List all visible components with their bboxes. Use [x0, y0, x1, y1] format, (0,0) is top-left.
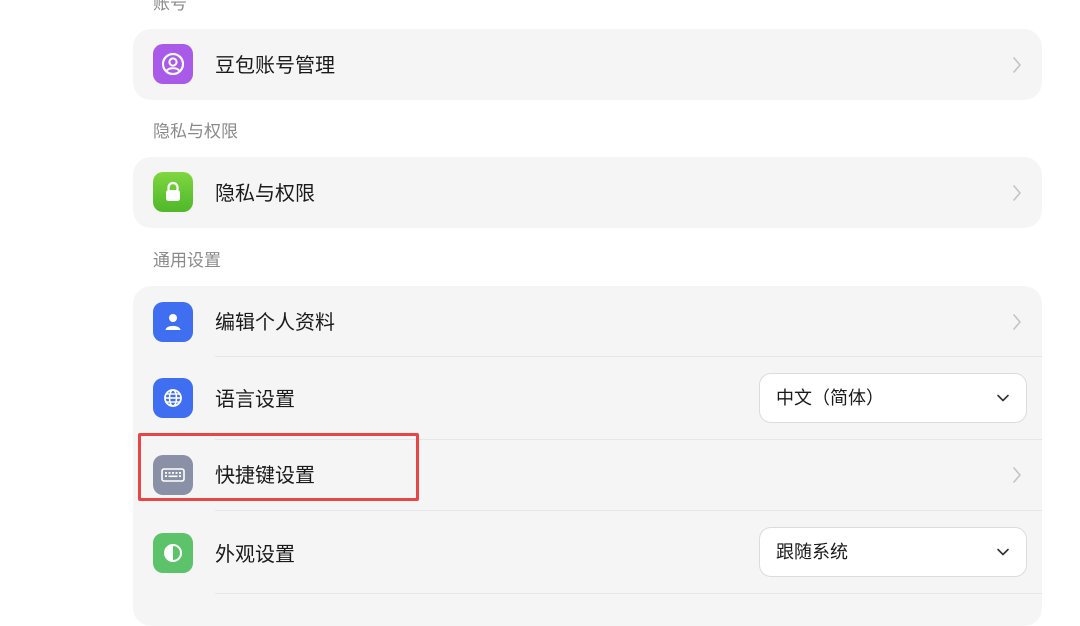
user-circle-icon: [153, 44, 193, 84]
settings-row-account-management[interactable]: 豆包账号管理: [133, 29, 1042, 100]
privacy-card: 隐私与权限: [133, 157, 1042, 228]
section-label-privacy: 隐私与权限: [153, 122, 238, 142]
globe-icon: [153, 378, 193, 418]
language-label: 语言设置: [215, 387, 295, 411]
chevron-right-icon: [1013, 467, 1021, 483]
section-label-general: 通用设置: [153, 251, 221, 271]
highlight-annotation: [138, 433, 419, 501]
chevron-right-icon: [1013, 57, 1021, 73]
settings-row-language: 语言设置 中文（简体）: [133, 357, 1042, 439]
privacy-label: 隐私与权限: [215, 181, 315, 205]
lock-icon: [153, 172, 193, 212]
appearance-label: 外观设置: [215, 542, 295, 566]
settings-row-privacy[interactable]: 隐私与权限: [133, 157, 1042, 228]
chevron-down-icon: [997, 394, 1009, 402]
settings-row-appearance: 外观设置 跟随系统: [133, 511, 1042, 593]
half-circle-icon: [153, 533, 193, 573]
account-management-label: 豆包账号管理: [215, 53, 335, 77]
language-select[interactable]: 中文（简体）: [759, 373, 1027, 423]
person-icon: [153, 302, 193, 342]
appearance-select[interactable]: 跟随系统: [759, 527, 1027, 577]
appearance-select-value: 跟随系统: [776, 542, 848, 563]
language-select-value: 中文（简体）: [776, 388, 884, 409]
edit-profile-label: 编辑个人资料: [215, 310, 335, 334]
chevron-right-icon: [1013, 314, 1021, 330]
chevron-down-icon: [997, 548, 1009, 556]
chevron-right-icon: [1013, 185, 1021, 201]
account-card: 豆包账号管理: [133, 29, 1042, 100]
settings-row-edit-profile[interactable]: 编辑个人资料: [133, 286, 1042, 356]
section-label-account: 账号: [153, 0, 187, 14]
row-divider: [215, 593, 1042, 594]
